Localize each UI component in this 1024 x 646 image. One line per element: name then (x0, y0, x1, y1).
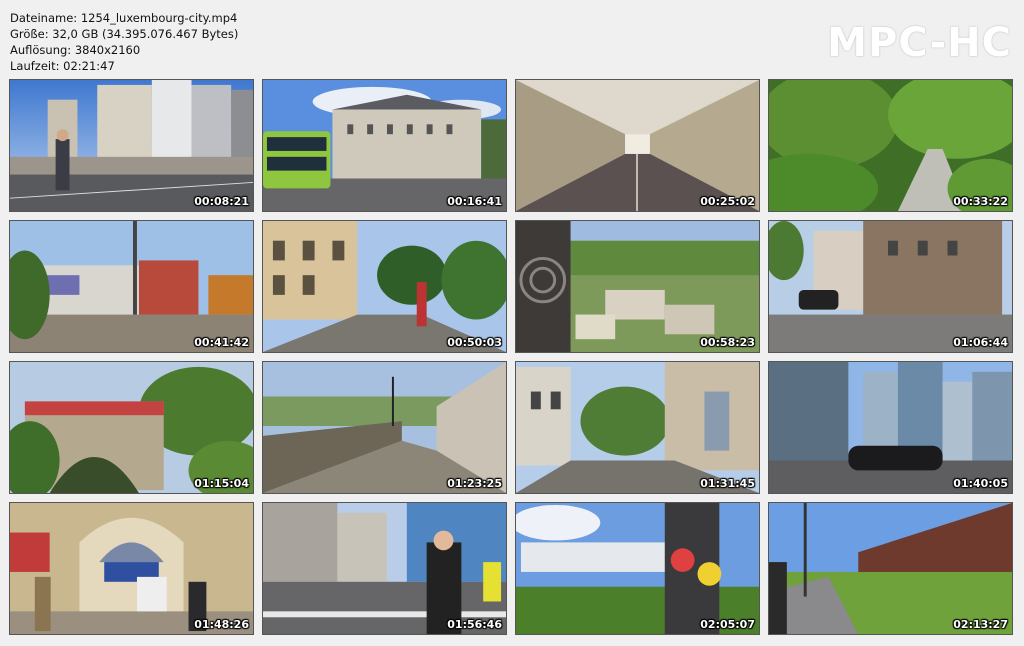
thumbnail[interactable]: 01:48:26 (9, 502, 254, 635)
timestamp: 01:23:25 (447, 477, 502, 490)
thumbnail[interactable]: 01:15:04 (9, 361, 254, 494)
timestamp: 00:58:23 (700, 336, 755, 349)
thumbnail[interactable]: 00:58:23 (515, 220, 760, 353)
thumbnail[interactable]: 00:08:21 (9, 79, 254, 212)
thumbnail[interactable]: 02:13:27 (768, 502, 1013, 635)
timestamp: 01:40:05 (953, 477, 1008, 490)
file-duration: Laufzeit: 02:21:47 (10, 59, 115, 73)
thumbnail[interactable]: 02:05:07 (515, 502, 760, 635)
file-size: Größe: 32,0 GB (34.395.076.467 Bytes) (10, 27, 239, 41)
thumbnail[interactable]: 00:16:41 (262, 79, 507, 212)
timestamp: 01:48:26 (194, 618, 249, 631)
timestamp: 00:41:42 (194, 336, 249, 349)
thumbnail[interactable]: 00:50:03 (262, 220, 507, 353)
thumbnail[interactable]: 01:31:45 (515, 361, 760, 494)
thumbnail[interactable]: 01:06:44 (768, 220, 1013, 353)
thumbnail[interactable]: 01:56:46 (262, 502, 507, 635)
timestamp: 01:15:04 (194, 477, 249, 490)
timestamp: 01:06:44 (953, 336, 1008, 349)
thumbnail[interactable]: 01:23:25 (262, 361, 507, 494)
thumbnail[interactable]: 01:40:05 (768, 361, 1013, 494)
thumbnail[interactable]: 00:33:22 (768, 79, 1013, 212)
file-resolution: Auflösung: 3840x2160 (10, 43, 141, 57)
timestamp: 00:33:22 (953, 195, 1008, 208)
timestamp: 00:25:02 (700, 195, 755, 208)
file-name: Dateiname: 1254_luxembourg-city.mp4 (10, 11, 238, 25)
timestamp: 01:56:46 (447, 618, 502, 631)
thumbnail[interactable]: 00:25:02 (515, 79, 760, 212)
timestamp: 00:08:21 (194, 195, 249, 208)
thumbnail[interactable]: 00:41:42 (9, 220, 254, 353)
thumbnail-grid: 00:08:21 00:16:41 00:25:02 00:33:22 00:4… (9, 79, 1013, 635)
timestamp: 02:05:07 (700, 618, 755, 631)
timestamp: 00:50:03 (447, 336, 502, 349)
mpc-hc-logo: MPC-HC (827, 20, 1012, 66)
timestamp: 01:31:45 (700, 477, 755, 490)
timestamp: 02:13:27 (953, 618, 1008, 631)
timestamp: 00:16:41 (447, 195, 502, 208)
file-info: Dateiname: 1254_luxembourg-city.mp4 Größ… (10, 10, 238, 74)
